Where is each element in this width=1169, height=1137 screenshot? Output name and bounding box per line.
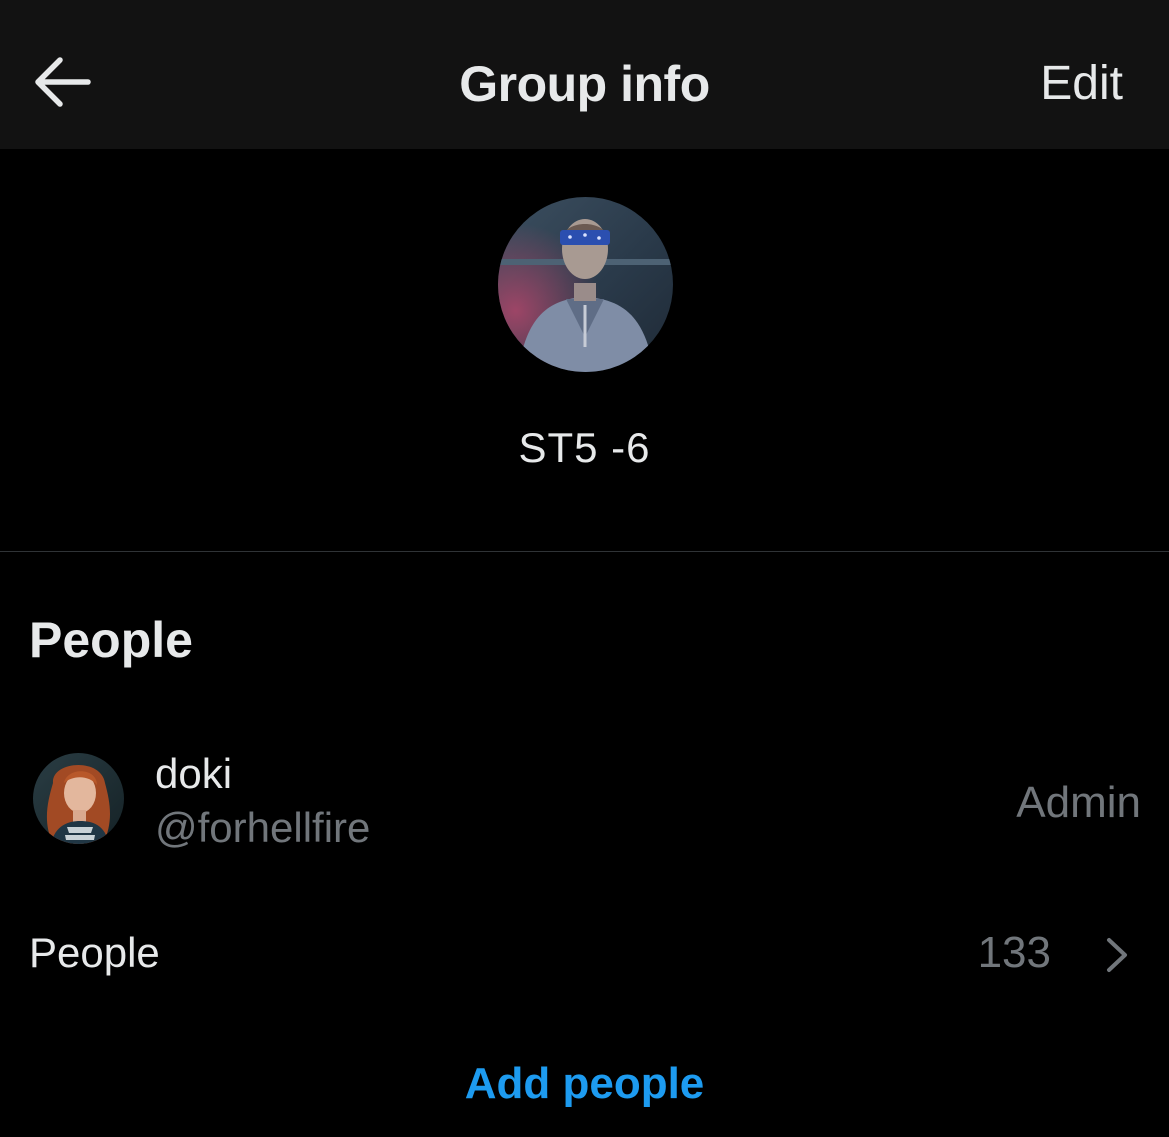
edit-button[interactable]: Edit bbox=[1040, 54, 1123, 114]
member-row[interactable]: doki @forhellfire Admin bbox=[0, 740, 1169, 858]
people-row-label: People bbox=[29, 929, 160, 976]
people-count: 133 bbox=[977, 928, 1051, 977]
top-bar: Group info Edit bbox=[0, 0, 1169, 149]
member-name: doki bbox=[155, 750, 233, 797]
group-name: ST5 -6 bbox=[518, 424, 651, 471]
divider bbox=[0, 551, 1169, 552]
add-people-row: Add people bbox=[0, 1056, 1169, 1112]
admin-badge: Admin bbox=[1016, 778, 1141, 827]
member-handle: @forhellfire bbox=[155, 804, 371, 851]
group-avatar[interactable] bbox=[498, 197, 673, 372]
people-count-row[interactable]: People 133 bbox=[0, 918, 1169, 988]
add-people-button[interactable]: Add people bbox=[465, 1059, 705, 1108]
member-avatar-image bbox=[33, 753, 124, 844]
group-avatar-image bbox=[498, 197, 673, 372]
page-title: Group info bbox=[459, 56, 710, 112]
avatar[interactable] bbox=[33, 753, 124, 844]
people-section-title: People bbox=[29, 612, 193, 668]
chevron-right-icon bbox=[1107, 938, 1127, 972]
